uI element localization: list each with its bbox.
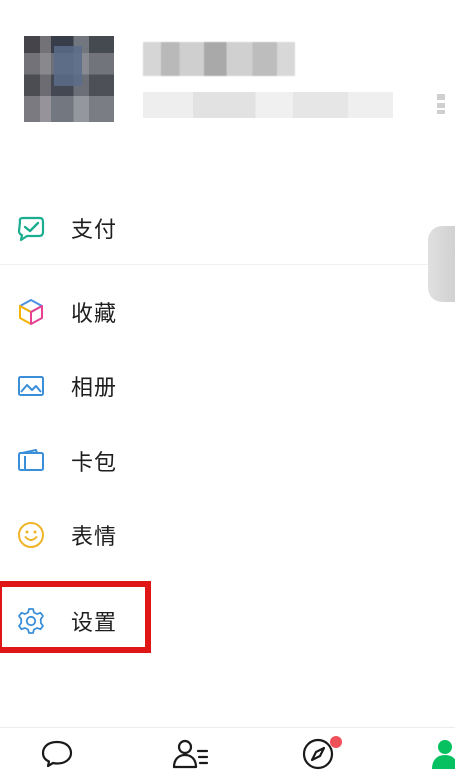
emoji-smile-icon bbox=[16, 520, 46, 550]
contacts-icon bbox=[172, 739, 209, 769]
menu-item-album[interactable]: 相册 bbox=[0, 356, 455, 416]
tab-me[interactable] bbox=[425, 734, 455, 774]
tab-discover[interactable] bbox=[298, 734, 342, 774]
menu-item-stickers[interactable]: 表情 bbox=[0, 505, 455, 565]
wechat-pay-icon bbox=[16, 213, 46, 243]
avatar[interactable] bbox=[24, 36, 114, 122]
highlight-box bbox=[0, 581, 151, 653]
tab-chats[interactable] bbox=[37, 734, 77, 774]
tab-contacts[interactable] bbox=[170, 734, 210, 774]
menu-item-label: 表情 bbox=[71, 525, 118, 550]
chats-icon bbox=[41, 740, 73, 768]
section-divider bbox=[0, 264, 455, 265]
album-icon bbox=[16, 371, 46, 401]
discover-badge bbox=[330, 736, 342, 748]
menu-item-pay[interactable]: 支付 bbox=[0, 198, 455, 258]
me-icon bbox=[432, 740, 455, 769]
qr-code-icon[interactable] bbox=[437, 94, 445, 114]
favorites-cube-icon bbox=[16, 297, 46, 327]
wechat-id-blurred bbox=[143, 92, 393, 118]
bottom-tab-bar bbox=[0, 727, 455, 778]
menu-item-label: 收藏 bbox=[71, 302, 118, 327]
card-wallet-icon bbox=[16, 446, 46, 476]
menu-item-label: 相册 bbox=[71, 376, 118, 401]
menu-item-label: 支付 bbox=[71, 218, 118, 243]
menu-item-favorites[interactable]: 收藏 bbox=[0, 282, 455, 342]
menu-item-label: 卡包 bbox=[71, 451, 118, 476]
nickname-blurred bbox=[143, 42, 295, 76]
menu-item-card-wallet[interactable]: 卡包 bbox=[0, 431, 455, 491]
profile-header[interactable] bbox=[0, 0, 455, 170]
